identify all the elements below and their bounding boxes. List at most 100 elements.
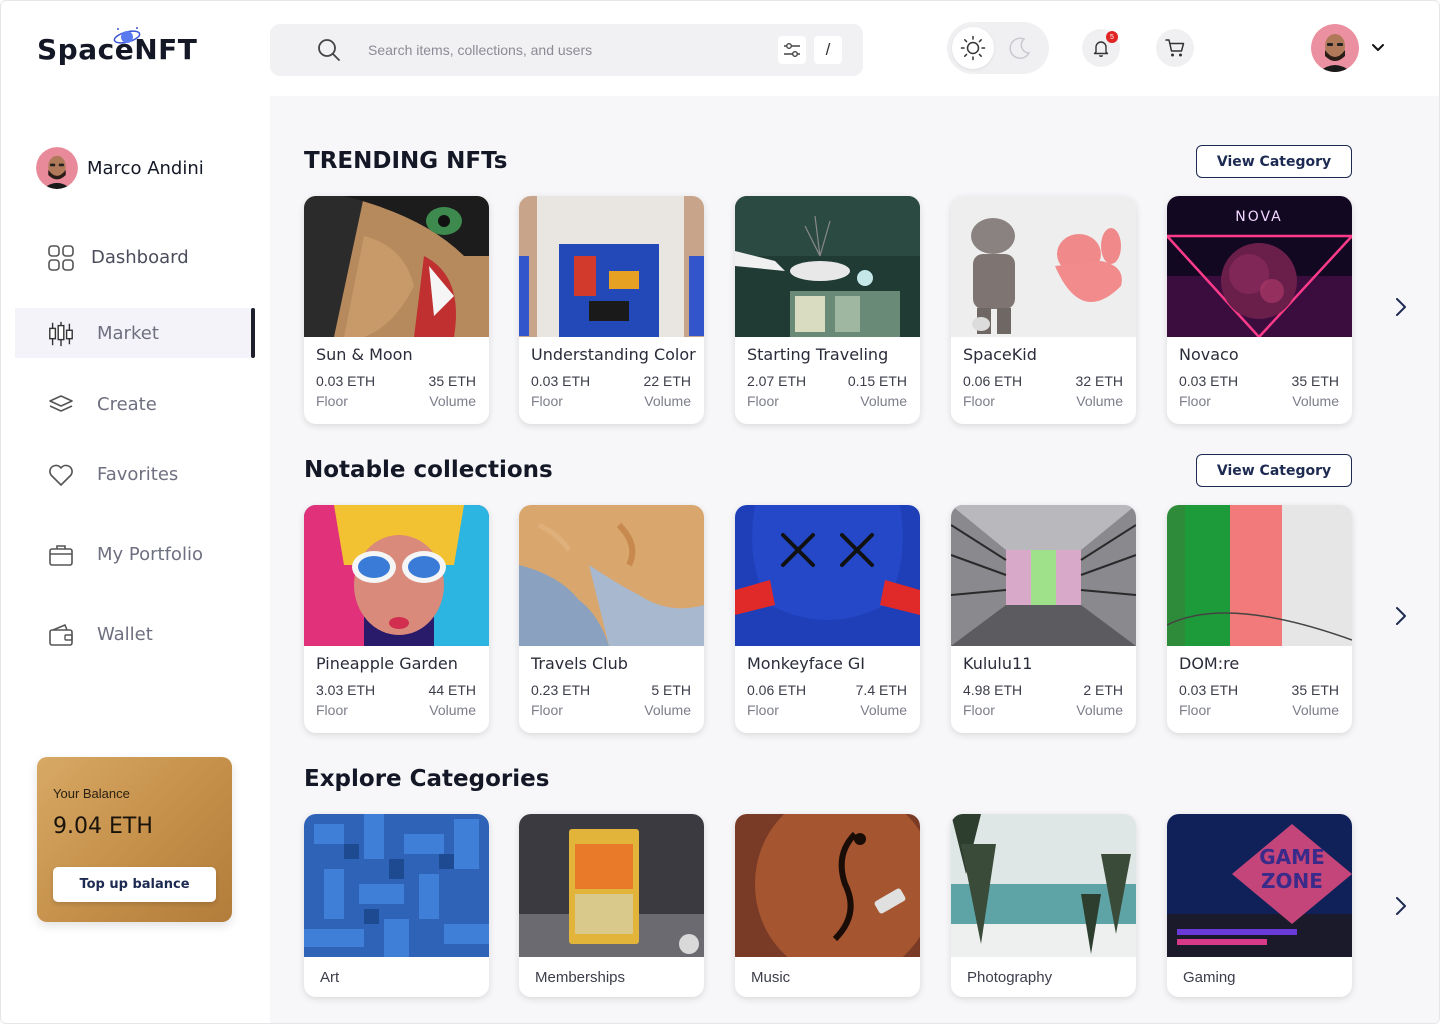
sidebar-item-favorites[interactable]: Favorites (15, 449, 255, 499)
volume-value: 5 ETH (651, 682, 691, 698)
avatar-image (36, 147, 78, 189)
dark-mode-button[interactable] (1004, 32, 1036, 64)
nft-card[interactable]: Understanding Color 0.03 ETH Floor 22 ET… (519, 196, 704, 424)
nft-image (735, 196, 920, 337)
sidebar-item-dashboard[interactable]: Dashboard (15, 232, 255, 282)
collection-card[interactable]: Monkeyface GI 0.06 ETH Floor 7.4 ETH Vol… (735, 505, 920, 733)
volume-label: Volume (429, 393, 476, 409)
nft-image: NOVA (1167, 196, 1352, 337)
light-mode-button[interactable] (952, 27, 994, 69)
category-card-art[interactable]: Art (304, 814, 489, 997)
collection-name: DOM:re (1179, 654, 1240, 673)
floor-value: 0.06 ETH (747, 682, 807, 698)
top-up-balance-button[interactable]: Top up balance (53, 867, 216, 902)
art-caption: NOVA (1235, 209, 1283, 225)
sidebar-item-wallet[interactable]: Wallet (15, 609, 255, 659)
nft-name: Novaco (1179, 345, 1239, 364)
app-logo[interactable]: SpaceNFT (37, 23, 197, 75)
floor-value: 4.98 ETH (963, 682, 1023, 698)
category-image (304, 814, 489, 957)
carousel-next-trending[interactable] (1389, 295, 1413, 319)
volume-value: 35 ETH (1291, 373, 1339, 389)
art-caption: GAME (1259, 845, 1324, 869)
collection-card[interactable]: Kululu11 4.98 ETH Floor 2 ETH Volume (951, 505, 1136, 733)
category-card-music[interactable]: Music (735, 814, 920, 997)
collection-name: Travels Club (531, 654, 628, 673)
floor-label: Floor (747, 393, 779, 409)
sidebar-item-market[interactable]: Market (15, 308, 255, 358)
nft-card[interactable]: NOVA Novaco 0.03 ETH Floor 35 ETH Volume (1167, 196, 1352, 424)
floor-value: 0.23 ETH (531, 682, 591, 698)
category-label: Photography (967, 969, 1053, 986)
filter-button[interactable] (778, 36, 806, 64)
chevron-down-icon[interactable] (1369, 39, 1387, 57)
volume-label: Volume (1076, 393, 1123, 409)
balance-value: 9.04 ETH (53, 814, 153, 839)
section-title-categories: Explore Categories (304, 766, 550, 792)
cart-icon (1165, 39, 1185, 57)
candlestick-icon (47, 320, 75, 348)
sidebar-item-label: Favorites (97, 463, 179, 485)
floor-value: 2.07 ETH (747, 373, 807, 389)
notifications-button[interactable]: 5 (1082, 29, 1120, 67)
nft-card[interactable]: Sun & Moon 0.03 ETH Floor 35 ETH Volume (304, 196, 489, 424)
category-card-photography[interactable]: Photography (951, 814, 1136, 997)
nft-card[interactable]: SpaceKid 0.06 ETH Floor 32 ETH Volume (951, 196, 1136, 424)
collection-image (304, 505, 489, 646)
category-label: Art (320, 969, 340, 986)
category-card-gaming[interactable]: GAME ZONE Gaming (1167, 814, 1352, 997)
sidebar-item-my-portfolio[interactable]: My Portfolio (15, 529, 255, 579)
floor-label: Floor (963, 702, 995, 718)
collection-image (951, 505, 1136, 646)
balance-label: Your Balance (53, 786, 130, 801)
nft-name: SpaceKid (963, 345, 1037, 364)
volume-value: 32 ETH (1075, 373, 1123, 389)
section-title-trending: TRENDING NFTs (304, 148, 508, 174)
category-image (951, 814, 1136, 957)
view-category-button-notable[interactable]: View Category (1196, 454, 1352, 487)
collection-card[interactable]: Travels Club 0.23 ETH Floor 5 ETH Volume (519, 505, 704, 733)
nft-image (951, 196, 1136, 337)
view-category-button-trending[interactable]: View Category (1196, 145, 1352, 178)
volume-value: 7.4 ETH (855, 682, 907, 698)
briefcase-icon (47, 541, 75, 569)
cart-button[interactable] (1156, 29, 1194, 67)
floor-value: 0.03 ETH (1179, 682, 1239, 698)
floor-value: 0.03 ETH (316, 373, 376, 389)
floor-value: 3.03 ETH (316, 682, 376, 698)
collection-image (735, 505, 920, 646)
wallet-icon (47, 621, 75, 649)
collection-card[interactable]: Pineapple Garden 3.03 ETH Floor 44 ETH V… (304, 505, 489, 733)
floor-label: Floor (316, 393, 348, 409)
sidebar-item-create[interactable]: Create (15, 379, 255, 429)
floor-label: Floor (747, 702, 779, 718)
nft-card[interactable]: Starting Traveling 2.07 ETH Floor 0.15 E… (735, 196, 920, 424)
carousel-next-notable[interactable] (1389, 604, 1413, 628)
volume-label: Volume (429, 702, 476, 718)
sidebar-item-label: Wallet (97, 623, 153, 645)
carousel-next-categories[interactable] (1389, 894, 1413, 918)
avatar-image (1311, 24, 1359, 72)
category-card-memberships[interactable]: Memberships (519, 814, 704, 997)
chevron-right-icon (1396, 298, 1406, 316)
sidebar-profile[interactable]: Marco Andini (36, 147, 204, 189)
user-avatar[interactable] (1311, 24, 1359, 72)
category-image (735, 814, 920, 957)
floor-value: 0.03 ETH (1179, 373, 1239, 389)
volume-label: Volume (860, 393, 907, 409)
sidebar-item-label: Market (97, 322, 159, 344)
collection-name: Pineapple Garden (316, 654, 458, 673)
heart-icon (47, 461, 75, 489)
search-bar: / (270, 24, 863, 76)
volume-label: Volume (1076, 702, 1123, 718)
nft-name: Starting Traveling (747, 345, 889, 364)
volume-label: Volume (644, 393, 691, 409)
app-window: SpaceNFT / (0, 0, 1440, 1024)
theme-toggle[interactable] (947, 22, 1049, 74)
collection-card[interactable]: DOM:re 0.03 ETH Floor 35 ETH Volume (1167, 505, 1352, 733)
search-input[interactable] (368, 35, 758, 65)
search-icon[interactable] (316, 37, 342, 63)
chevron-right-icon (1396, 897, 1406, 915)
nft-image (304, 196, 489, 337)
floor-label: Floor (1179, 702, 1211, 718)
